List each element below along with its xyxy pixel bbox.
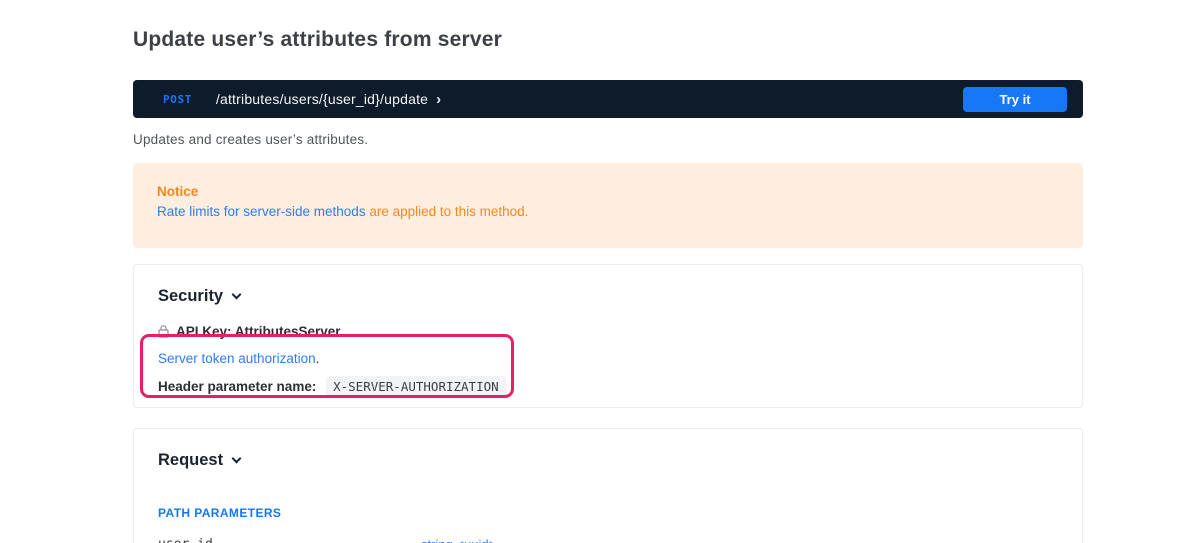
security-heading-label: Security [158,287,223,306]
operation-description: Updates and creates user’s attributes. [133,132,368,147]
operation-bar[interactable]: POST /attributes/users/{user_id}/update … [133,80,1083,118]
auth-suffix: . [316,351,320,366]
chevron-down-icon[interactable] [232,454,242,464]
api-doc-content: Update user’s attributes from server POS… [133,0,1083,543]
header-param-value: X-SERVER-AUTHORIZATION [326,376,506,397]
page-title: Update user’s attributes from server [133,28,502,52]
server-token-auth-link[interactable]: Server token authorization [158,351,316,366]
security-heading[interactable]: Security [158,287,1058,306]
notice-body: Rate limits for server-side methods are … [157,204,1059,219]
header-param-label: Header parameter name: [158,379,316,394]
param-name: user_id [158,537,421,543]
try-it-button[interactable]: Try it [963,87,1067,112]
lock-icon [158,325,169,338]
expand-chevron-icon[interactable]: › [436,92,441,107]
path-parameters-label: PATH PARAMETERS [158,506,1058,520]
notice-suffix-text: are applied to this method. [366,204,529,219]
param-row: user_id string <uuid> [158,537,1058,543]
api-key-label: API Key: AttributesServer [176,324,341,339]
rate-limits-link[interactable]: Rate limits for server-side methods [157,204,366,219]
notice-title: Notice [157,184,1059,199]
request-heading[interactable]: Request [158,451,1058,470]
operation-path: /attributes/users/{user_id}/update [216,91,428,107]
http-method-badge: POST [163,93,192,106]
security-section: Security API Key: AttributesServer Serve… [133,264,1083,408]
chevron-down-icon[interactable] [232,290,242,300]
api-key-row: API Key: AttributesServer [158,324,1058,339]
header-param-row: Header parameter name: X-SERVER-AUTHORIZ… [158,379,1058,394]
auth-link-row: Server token authorization. [158,351,1058,366]
param-type: string <uuid> [421,537,496,543]
notice-banner: Notice Rate limits for server-side metho… [133,163,1083,248]
request-section: Request PATH PARAMETERS user_id string <… [133,428,1083,543]
request-heading-label: Request [158,451,223,470]
